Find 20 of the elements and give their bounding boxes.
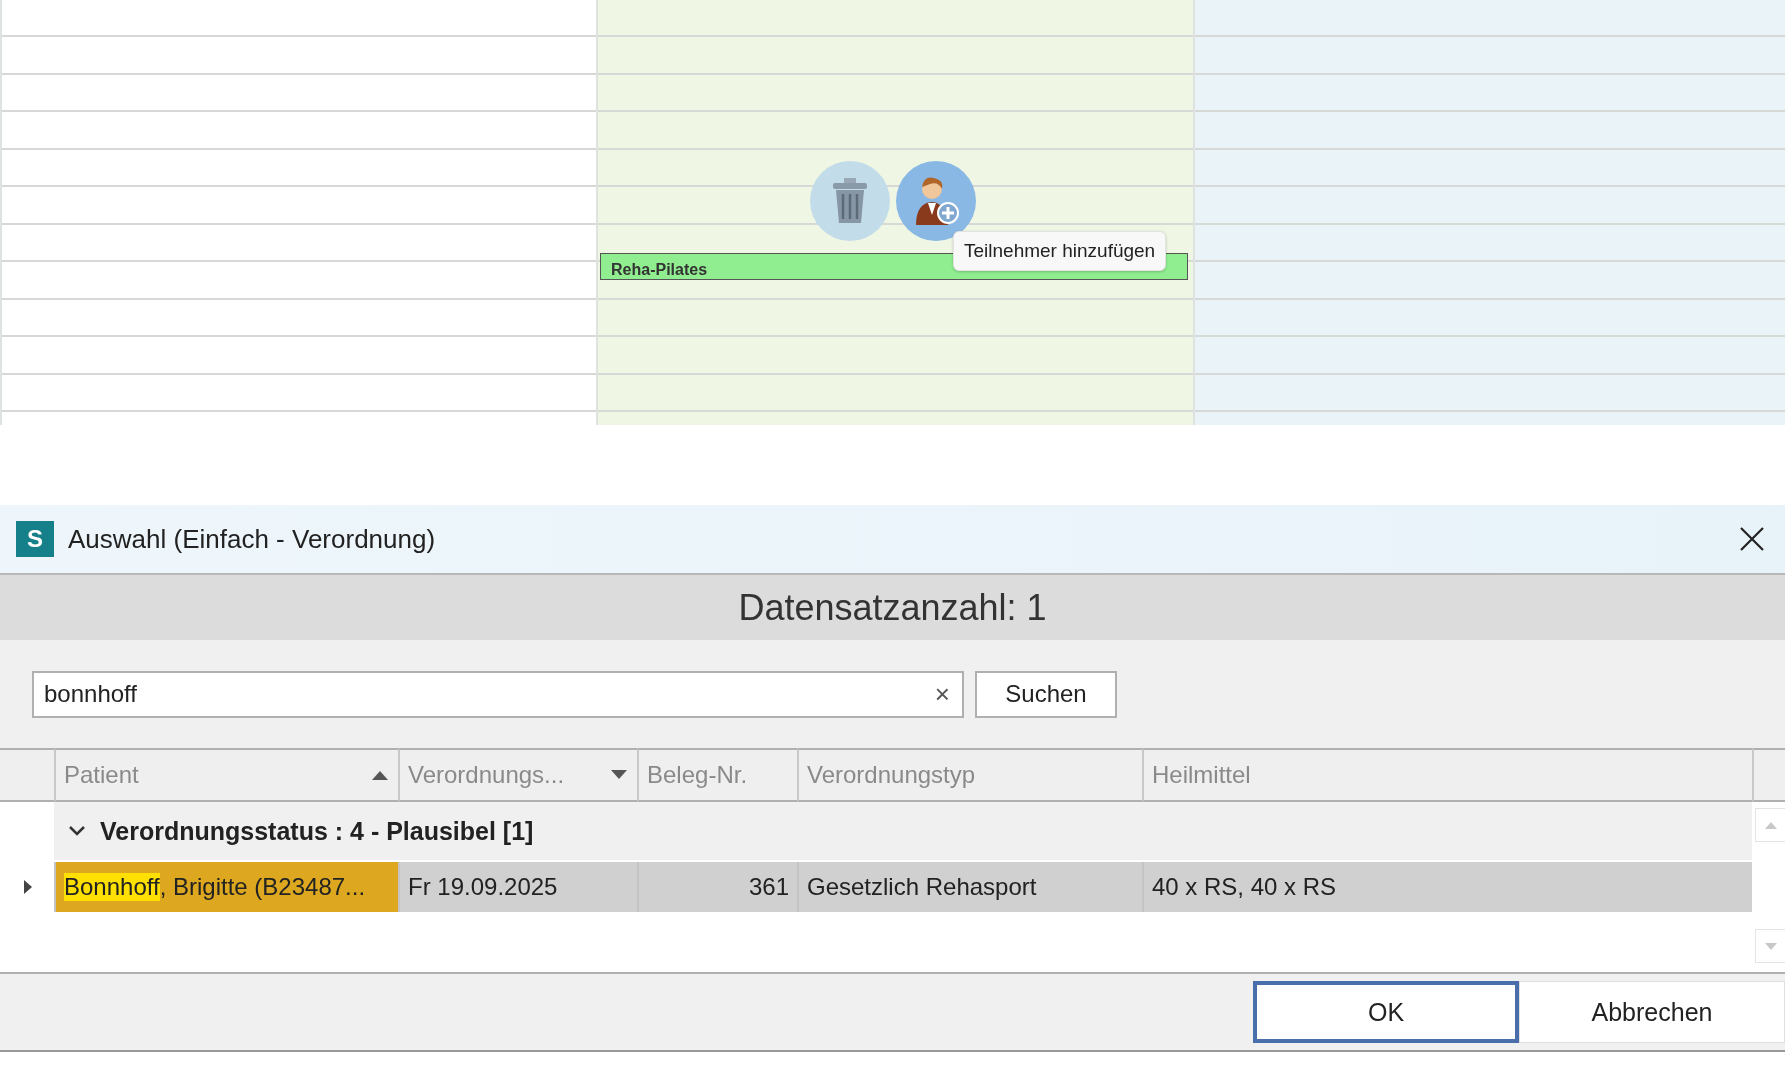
tooltip: Teilnehmer hinzufügen xyxy=(953,231,1167,271)
caret-down-icon xyxy=(1764,941,1778,951)
event-title: Reha-Pilates xyxy=(611,261,708,279)
table-cell: Fr 19.09.2025 xyxy=(398,862,637,912)
record-count: Datensatzanzahl: 1 xyxy=(738,586,1047,629)
window-title: Auswahl (Einfach - Verordnung) xyxy=(68,523,437,555)
ok-button[interactable]: OK xyxy=(1253,981,1519,1043)
group-label: Verordnungsstatus : 4 - Plausibel [1] xyxy=(100,816,534,846)
table-cell: Gesetzlich Rehasport xyxy=(797,862,1142,912)
search-button[interactable]: Suchen xyxy=(975,670,1117,718)
collapse-icon[interactable] xyxy=(68,825,86,837)
caret-up-icon xyxy=(1764,820,1778,830)
cancel-button[interactable]: Abbrechen xyxy=(1519,981,1785,1043)
table-cell: Bonnhoff, Brigitte (B23487... xyxy=(54,862,398,912)
search-field[interactable]: bonnhoff × xyxy=(32,670,964,718)
table-cell: 40 x RS, 40 x RS xyxy=(1142,862,1752,912)
app-logo: S xyxy=(16,521,54,557)
table-cell: 361 xyxy=(637,862,797,912)
group-row[interactable]: Verordnungsstatus : 4 - Plausibel [1] xyxy=(54,802,1752,860)
clear-button[interactable]: × xyxy=(930,678,954,710)
